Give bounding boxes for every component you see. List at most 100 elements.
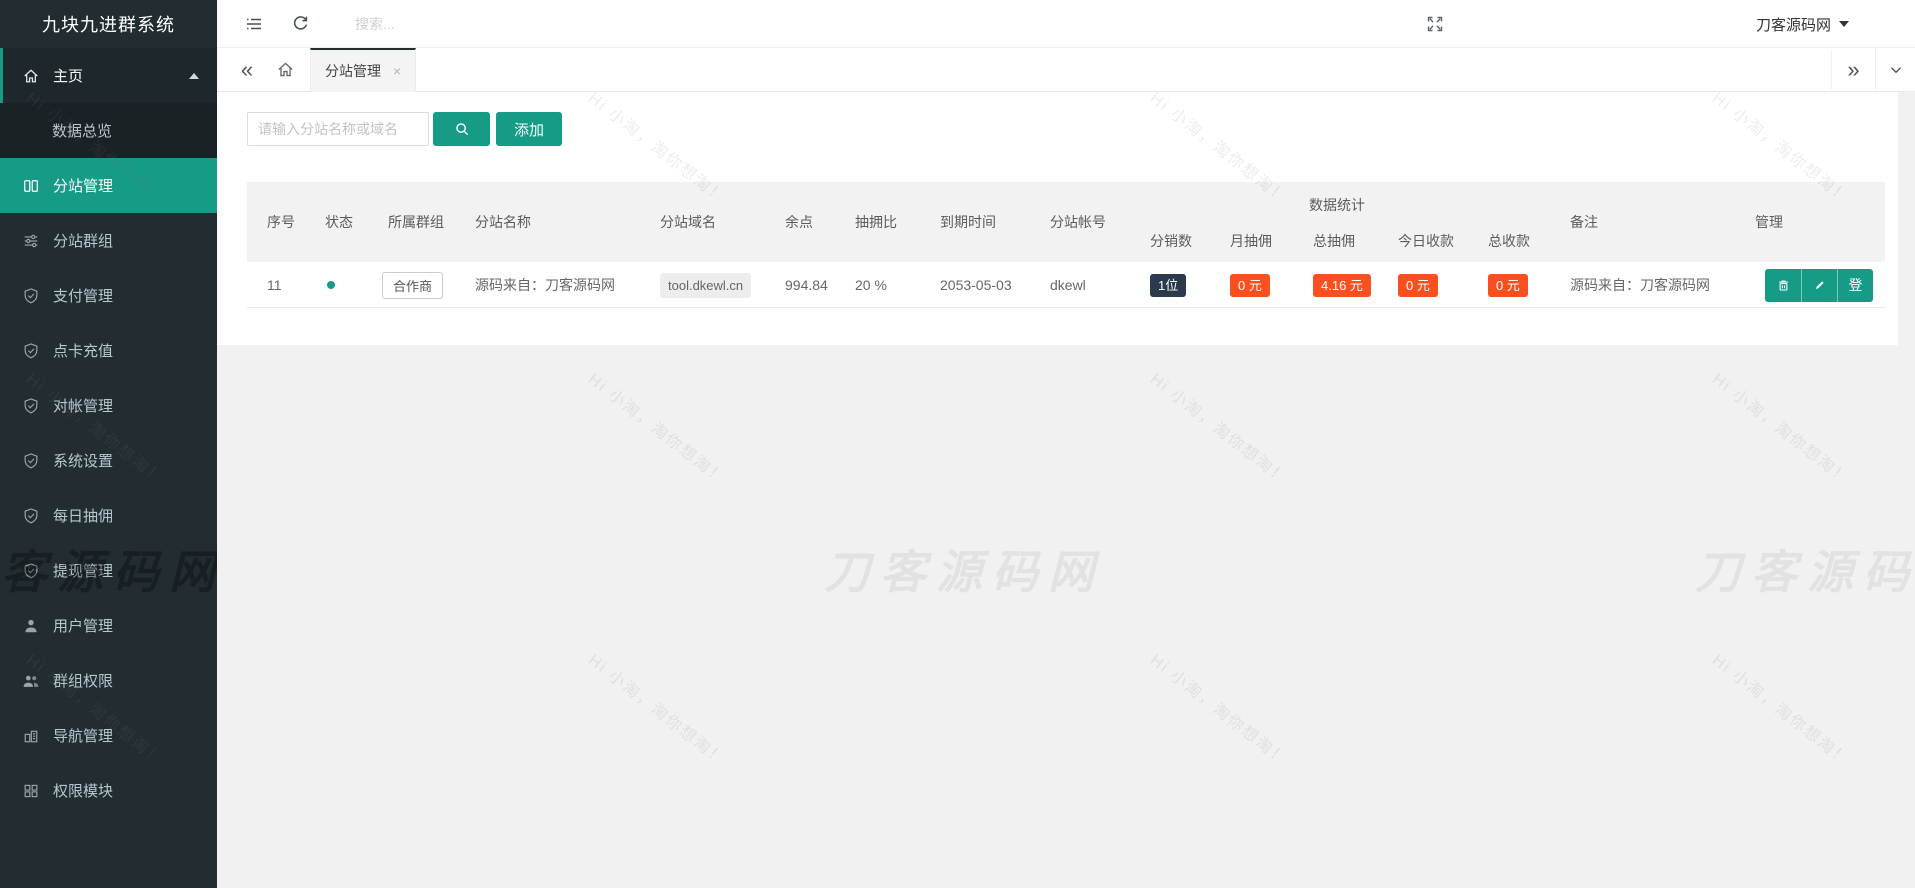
edit-button[interactable] — [1801, 268, 1837, 302]
table-row: 11 合作商 源码来自：刀客源码网 tool.dkewl.cn 994.84 2… — [247, 262, 1885, 308]
col-month-comm: 月抽佣 — [1230, 233, 1272, 249]
sidebar-item-site-manage[interactable]: 分站管理 — [0, 158, 217, 213]
users-icon — [22, 672, 40, 690]
refresh-icon[interactable] — [291, 14, 310, 33]
cell-today-income: 0 元 — [1398, 262, 1438, 308]
col-remark: 备注 — [1570, 214, 1598, 230]
col-stats-group: 数据统计 — [1309, 197, 1365, 213]
col-rate: 抽拥比 — [855, 214, 897, 230]
sidebar-item-permission-module[interactable]: 权限模块 — [0, 763, 217, 818]
col-balance: 余点 — [785, 214, 813, 230]
tab-label: 分站管理 — [325, 62, 381, 79]
tab-home-icon[interactable] — [270, 60, 300, 79]
col-expire: 到期时间 — [940, 214, 996, 230]
sidebar-item-card-recharge[interactable]: 点卡充值 — [0, 323, 217, 378]
cell-remark: 源码来自：刀客源码网 — [1570, 277, 1710, 293]
caret-down-icon — [1839, 21, 1849, 27]
sidebar-item-user-manage[interactable]: 用户管理 — [0, 598, 217, 653]
table-header: 序号 状态 所属群组 分站名称 分站域名 余点 抽拥比 到期时间 分站帐号 数据… — [247, 182, 1885, 262]
domain-tag[interactable]: tool.dkewl.cn — [660, 272, 752, 298]
tab-site-manage[interactable]: 分站管理 × — [310, 47, 417, 92]
today-income-badge: 0 元 — [1398, 273, 1438, 297]
login-button[interactable]: 登 — [1837, 268, 1873, 302]
sidebar-item-reconcile[interactable]: 对帐管理 — [0, 378, 217, 433]
sidebar-item-label: 点卡充值 — [53, 343, 114, 360]
cell-status — [327, 262, 335, 308]
col-site-name: 分站名称 — [475, 214, 531, 230]
sidebar-item-system-settings[interactable]: 系统设置 — [0, 433, 217, 488]
watermark-text: Hi 小淘，淘你想淘！ — [1708, 370, 1853, 489]
total-comm-badge: 4.16 元 — [1313, 273, 1371, 297]
sidebar-item-pay-manage[interactable]: 支付管理 — [0, 268, 217, 323]
user-dropdown[interactable]: 刀客源码网 — [1756, 0, 1849, 48]
app-title: 九块九进群系统 — [42, 15, 175, 35]
col-today-income: 今日收款 — [1398, 233, 1454, 249]
sidebar-item-withdraw[interactable]: 提现管理 — [0, 543, 217, 598]
username: 刀客源码网 — [1755, 16, 1831, 34]
cell-distributors: 1位 — [1150, 262, 1187, 308]
shield-check-icon — [22, 562, 40, 580]
shield-check-icon — [22, 507, 40, 525]
sidebar-item-daily-commission[interactable]: 每日抽佣 — [0, 488, 217, 543]
sidebar-item-label: 提现管理 — [53, 563, 114, 580]
cell-group: 合作商 — [382, 262, 444, 308]
tabs-dropdown-icon[interactable] — [1875, 48, 1915, 92]
col-status: 状态 — [325, 214, 353, 230]
shield-check-icon — [22, 397, 40, 415]
tabs-scroll-right-button[interactable]: » — [1831, 50, 1875, 90]
sidebar-item-group-permission[interactable]: 群组权限 — [0, 653, 217, 708]
cell-expire: 2053-05-03 — [940, 277, 1012, 293]
search-icon — [453, 120, 471, 138]
sidebar-item-label: 对帐管理 — [53, 398, 114, 415]
cell-balance: 994.84 — [785, 277, 828, 293]
sidebar-item-data-overview[interactable]: 数据总览 — [0, 103, 217, 158]
delete-button[interactable] — [1765, 268, 1801, 302]
watermark-brand: 刀客源码网 — [824, 546, 1104, 598]
distributors-badge: 1位 — [1150, 273, 1187, 297]
total-income-badge: 0 元 — [1488, 273, 1528, 297]
sidebar-item-home[interactable]: 主页 — [0, 48, 217, 103]
cell-manage: 登 — [1765, 262, 1873, 308]
sidebar-item-label: 支付管理 — [53, 288, 114, 305]
trash-icon — [1776, 278, 1791, 293]
search-button[interactable] — [433, 112, 490, 146]
shield-check-icon — [22, 287, 40, 305]
sidebar-item-label: 群组权限 — [53, 673, 114, 690]
cell-month-comm: 0 元 — [1230, 262, 1270, 308]
col-account: 分站帐号 — [1050, 214, 1106, 230]
cell-total-income: 0 元 — [1488, 262, 1528, 308]
sidebar-item-nav-manage[interactable]: 导航管理 — [0, 708, 217, 763]
watermark-text: Hi 小淘，淘你想淘！ — [584, 651, 729, 770]
sliders-icon — [22, 232, 40, 250]
home-icon — [22, 67, 40, 85]
tabs-scroll-left-button[interactable]: « — [232, 50, 262, 90]
sidebar-toggle-icon[interactable] — [243, 14, 265, 34]
sidebar-item-label: 主页 — [53, 68, 84, 85]
fullscreen-icon[interactable] — [1425, 14, 1445, 34]
add-button[interactable]: 添加 — [496, 112, 562, 146]
sidebar-item-label: 系统设置 — [53, 453, 114, 470]
caret-up-icon — [189, 72, 199, 79]
col-total-income: 总收款 — [1488, 233, 1530, 249]
row-action-group: 登 — [1765, 268, 1873, 302]
cell-account: dkewl — [1050, 277, 1086, 293]
col-manage: 管理 — [1755, 214, 1783, 230]
columns-icon — [22, 177, 40, 195]
cell-index: 11 — [267, 277, 282, 293]
col-total-comm: 总抽佣 — [1313, 233, 1355, 249]
modules-grid-icon — [22, 782, 40, 800]
col-domain: 分站域名 — [660, 214, 716, 230]
col-group: 所属群组 — [388, 214, 444, 230]
sidebar-item-site-group[interactable]: 分站群组 — [0, 213, 217, 268]
site-search-input[interactable] — [247, 112, 429, 146]
sidebar: 九块九进群系统 主页 数据总览 分站管理 分站群组 支付管理 点卡充值 对帐管理… — [0, 0, 217, 888]
tab-close-icon[interactable]: × — [393, 63, 401, 79]
status-dot — [327, 281, 335, 289]
toolbar: 添加 — [217, 92, 1898, 146]
global-search-input[interactable] — [355, 15, 775, 32]
sidebar-item-label: 分站群组 — [53, 233, 114, 250]
sidebar-item-label: 分站管理 — [53, 178, 114, 195]
watermark-text: Hi 小淘，淘你想淘！ — [584, 370, 729, 489]
watermark-text: Hi 小淘，淘你想淘！ — [1708, 651, 1853, 770]
sidebar-item-label: 数据总览 — [52, 123, 113, 140]
